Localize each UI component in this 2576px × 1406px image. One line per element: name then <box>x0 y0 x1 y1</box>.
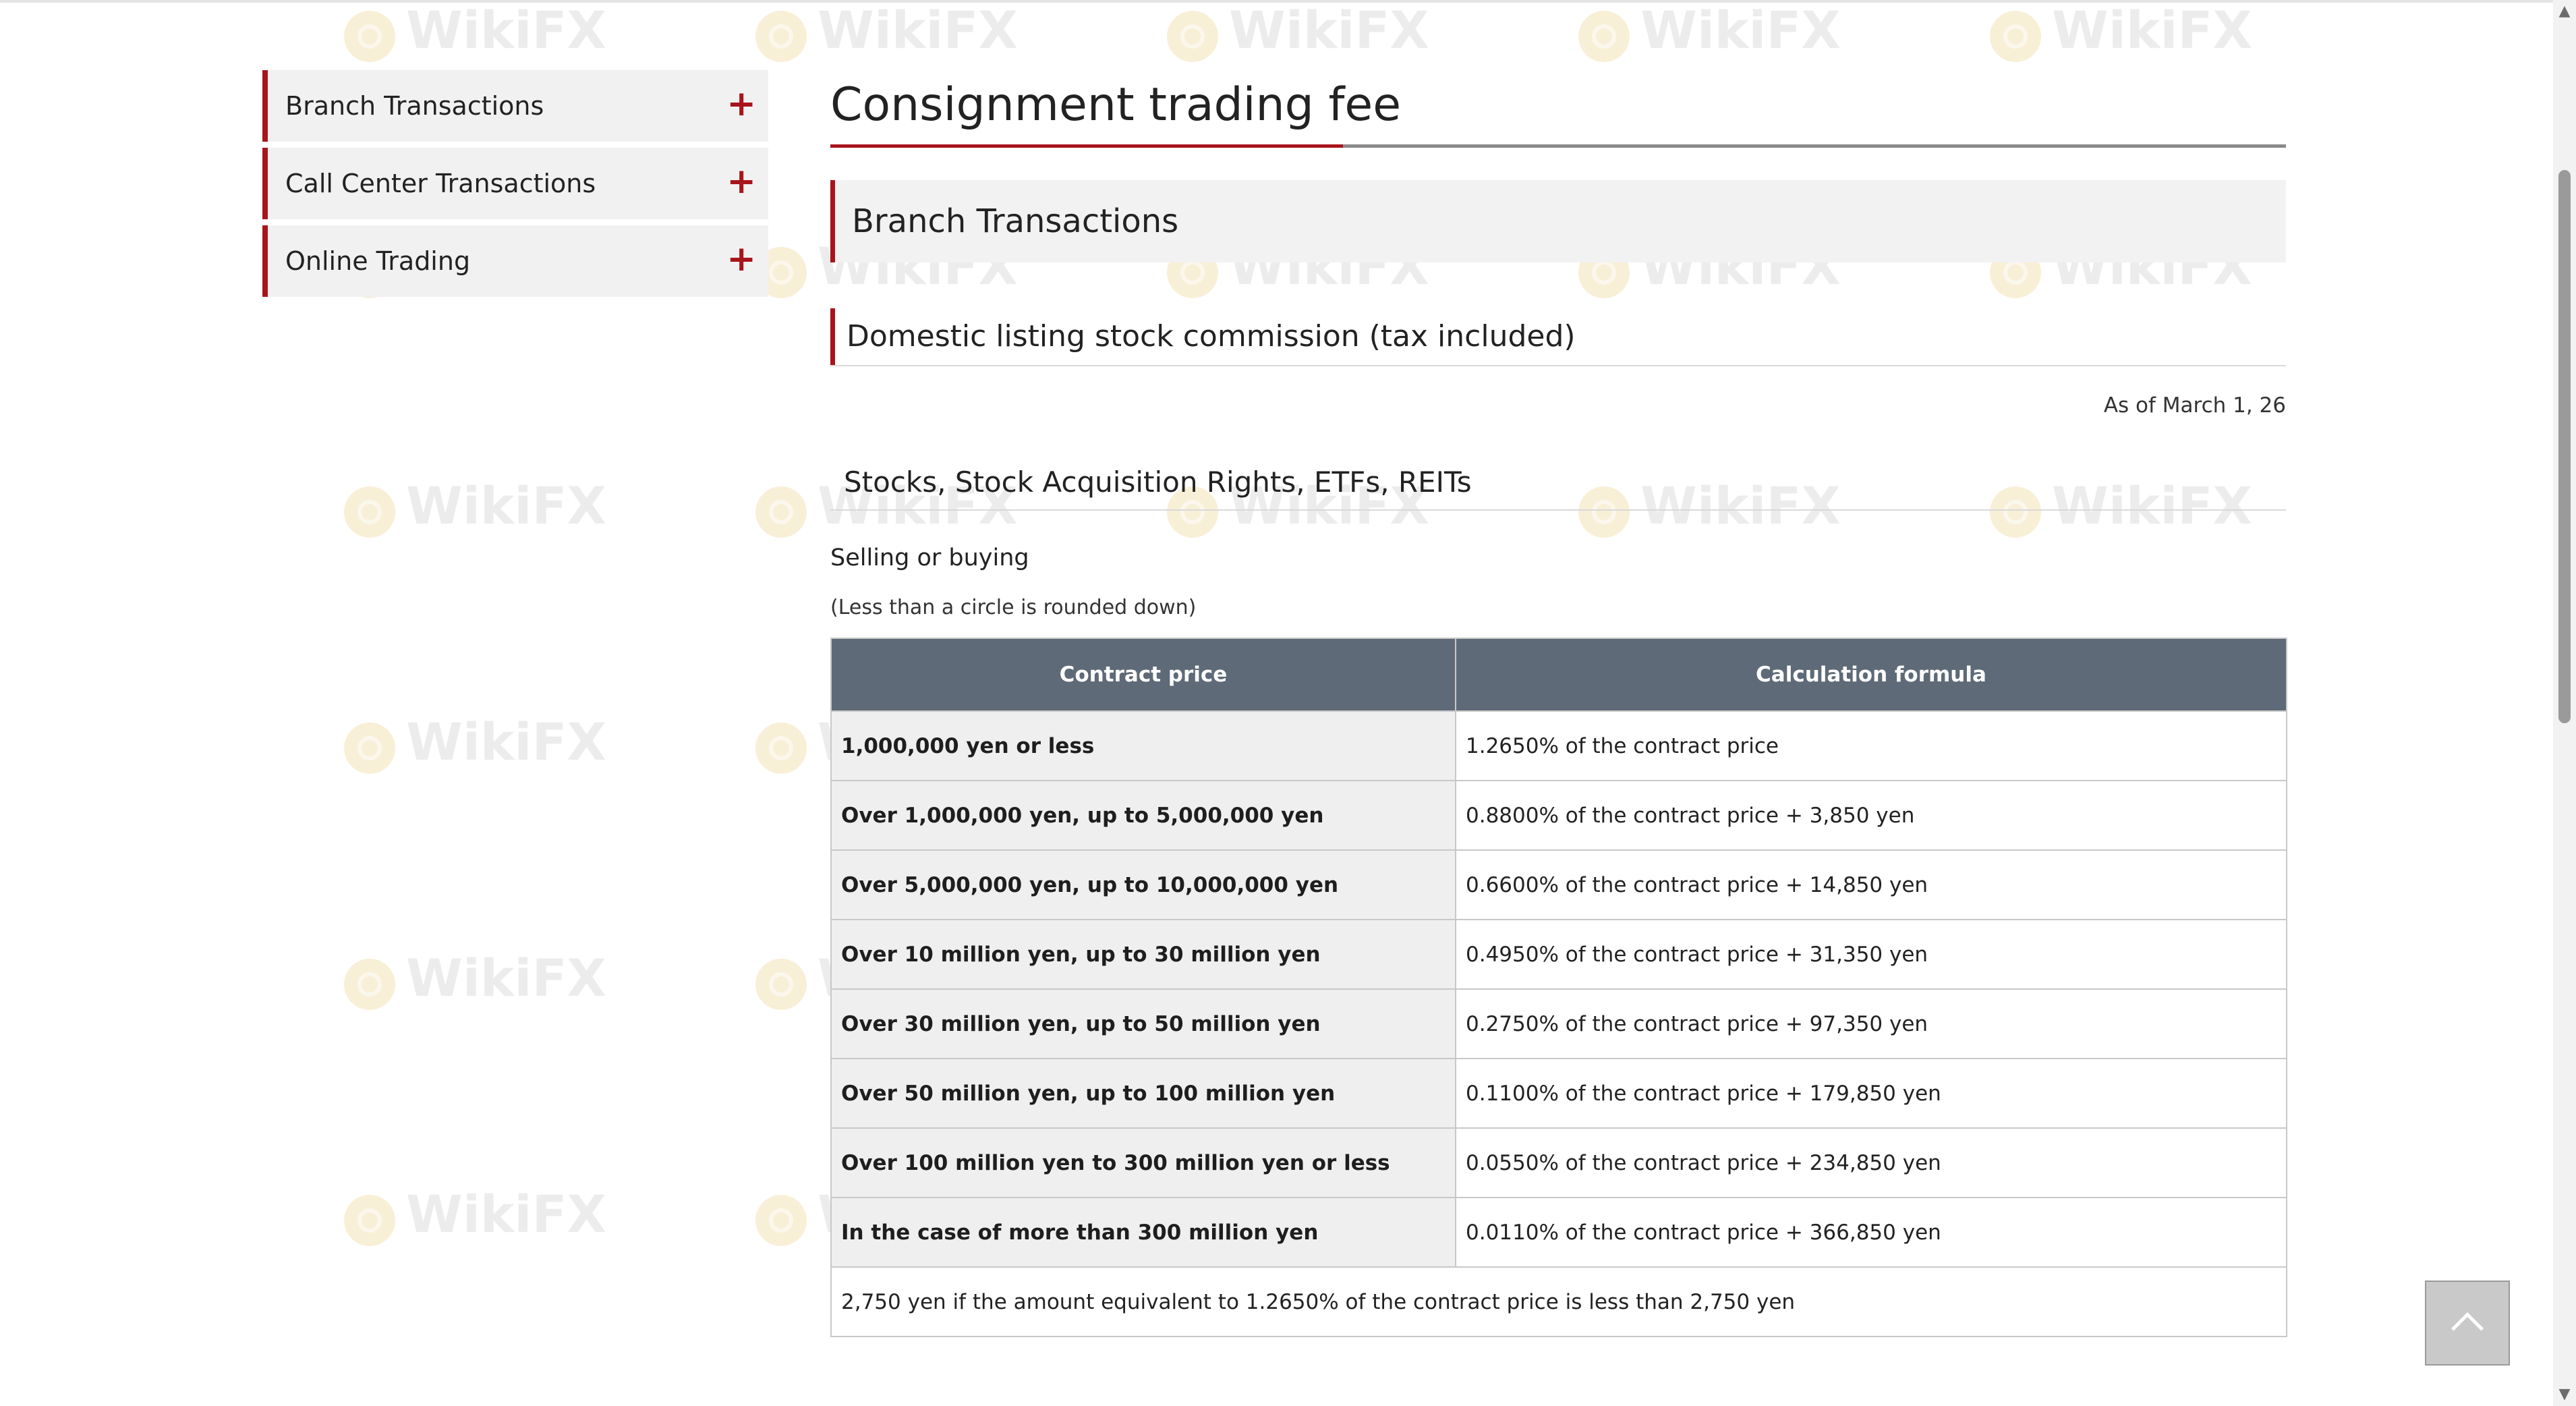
table-row: Over 30 million yen, up to 50 million ye… <box>830 988 2287 1059</box>
wikifx-logo-icon <box>344 11 395 62</box>
calculation-formula-cell: 0.2750% of the contract price + 97,350 y… <box>1455 988 2287 1059</box>
watermark-text: WikiFX <box>406 0 606 60</box>
page-title-block: Consignment trading fee <box>830 67 2286 148</box>
plus-icon[interactable]: + <box>726 148 756 215</box>
sidebar-item-call-center-transactions[interactable]: Call Center Transactions + <box>262 148 768 219</box>
calculation-formula-cell: 0.4950% of the contract price + 31,350 y… <box>1455 919 2287 990</box>
sidebar-item-label: Branch Transactions <box>285 91 544 121</box>
contract-price-cell: Over 5,000,000 yen, up to 10,000,000 yen <box>830 849 1456 920</box>
contract-price-cell: 1,000,000 yen or less <box>830 710 1456 781</box>
vertical-scrollbar[interactable]: ▲ ▼ <box>2553 0 2576 1406</box>
watermark: WikiFX <box>1990 0 2252 62</box>
watermark-text: WikiFX <box>406 476 606 536</box>
wikifx-logo-icon <box>755 11 807 62</box>
wikifx-logo-icon <box>1167 11 1218 62</box>
watermark: WikiFX <box>344 948 606 1010</box>
sidebar-nav: Branch Transactions + Call Center Transa… <box>262 70 768 303</box>
table-row: Over 100 million yen to 300 million yen … <box>830 1127 2287 1198</box>
calculation-formula-cell: 0.6600% of the contract price + 14,850 y… <box>1455 849 2287 920</box>
plus-icon[interactable]: + <box>726 225 756 293</box>
as-of-date: As of March 1, 26 <box>2103 393 2286 418</box>
calculation-formula-cell: 0.1100% of the contract price + 179,850 … <box>1455 1058 2287 1129</box>
watermark: WikiFX <box>344 712 606 774</box>
main-content: Consignment trading fee Branch Transacti… <box>830 67 2287 1337</box>
table-row: Over 10 million yen, up to 30 million ye… <box>830 919 2287 990</box>
table-row: 1,000,000 yen or less 1.2650% of the con… <box>830 710 2287 781</box>
watermark: WikiFX <box>344 476 606 538</box>
calculation-formula-cell: 0.0550% of the contract price + 234,850 … <box>1455 1127 2287 1198</box>
commission-table: Contract price Calculation formula 1,000… <box>830 638 2287 1337</box>
table-row: In the case of more than 300 million yen… <box>830 1197 2287 1268</box>
contract-price-cell: Over 50 million yen, up to 100 million y… <box>830 1058 1456 1129</box>
table-header-row: Contract price Calculation formula <box>830 638 2287 712</box>
subsection-heading: Domestic listing stock commission (tax i… <box>847 319 1576 354</box>
chevron-up-icon <box>2451 1312 2484 1345</box>
sidebar-item-label: Online Trading <box>285 246 471 276</box>
wikifx-logo-icon <box>344 723 395 774</box>
watermark: WikiFX <box>1578 0 1841 62</box>
wikifx-logo-icon <box>755 723 807 774</box>
watermark: WikiFX <box>344 0 606 62</box>
wikifx-logo-icon <box>755 1195 807 1246</box>
contract-price-cell: In the case of more than 300 million yen <box>830 1197 1456 1268</box>
scroll-down-arrow-icon[interactable]: ▼ <box>2553 1384 2576 1405</box>
sidebar-item-label: Call Center Transactions <box>285 169 596 198</box>
plus-icon[interactable]: + <box>726 70 756 138</box>
category-heading-block: Stocks, Stock Acquisition Rights, ETFs, … <box>830 463 2286 511</box>
heading-accent-bar <box>830 308 835 365</box>
column-header-calculation-formula: Calculation formula <box>1455 638 2287 712</box>
contract-price-cell: Over 1,000,000 yen, up to 5,000,000 yen <box>830 780 1456 851</box>
watermark-text: WikiFX <box>1229 0 1429 60</box>
contract-price-cell: Over 10 million yen, up to 30 million ye… <box>830 919 1456 990</box>
page-title: Consignment trading fee <box>830 78 1402 132</box>
wikifx-logo-icon <box>344 959 395 1010</box>
calculation-formula-cell: 1.2650% of the contract price <box>1455 710 2287 781</box>
watermark: WikiFX <box>1167 0 1429 62</box>
contract-price-cell: Over 100 million yen to 300 million yen … <box>830 1127 1456 1198</box>
scrollbar-thumb[interactable] <box>2558 170 2571 723</box>
wikifx-logo-icon <box>344 486 395 538</box>
trade-type-label: Selling or buying <box>830 544 1029 571</box>
section-heading: Branch Transactions <box>852 202 1179 240</box>
section-heading-block: Branch Transactions <box>830 180 2286 262</box>
table-footer-row: 2,750 yen if the amount equivalent to 1.… <box>830 1266 2287 1337</box>
wikifx-logo-icon <box>1990 11 2041 62</box>
calculation-formula-cell: 0.0110% of the contract price + 366,850 … <box>1455 1197 2287 1268</box>
page: WikiFX WikiFX WikiFX WikiFX WikiFX WikiFX Wiki… <box>0 0 2576 1406</box>
top-border <box>0 0 2556 3</box>
sidebar-item-branch-transactions[interactable]: Branch Transactions + <box>262 70 768 142</box>
scroll-up-arrow-icon[interactable]: ▲ <box>2553 1 2576 22</box>
watermark-text: WikiFX <box>406 1184 606 1244</box>
subsection-heading-block: Domestic listing stock commission (tax i… <box>830 308 2286 366</box>
calculation-formula-cell: 0.8800% of the contract price + 3,850 ye… <box>1455 780 2287 851</box>
minimum-fee-note: 2,750 yen if the amount equivalent to 1.… <box>830 1266 2287 1337</box>
sidebar-item-online-trading[interactable]: Online Trading + <box>262 225 768 297</box>
watermark: WikiFX <box>344 1184 606 1246</box>
column-header-contract-price: Contract price <box>830 638 1456 712</box>
watermark: WikiFX <box>755 0 1018 62</box>
wikifx-logo-icon <box>755 486 807 538</box>
wikifx-logo-icon <box>1578 11 1630 62</box>
table-row: Over 1,000,000 yen, up to 5,000,000 yen … <box>830 780 2287 851</box>
wikifx-logo-icon <box>755 959 807 1010</box>
watermark-text: WikiFX <box>2052 0 2252 60</box>
category-heading: Stocks, Stock Acquisition Rights, ETFs, … <box>844 466 1472 499</box>
wikifx-logo-icon <box>344 1195 395 1246</box>
watermark-text: WikiFX <box>406 948 606 1008</box>
back-to-top-button[interactable] <box>2425 1281 2510 1366</box>
watermark-text: WikiFX <box>406 712 606 772</box>
table-row: Over 5,000,000 yen, up to 10,000,000 yen… <box>830 849 2287 920</box>
watermark-text: WikiFX <box>1640 0 1841 60</box>
table-row: Over 50 million yen, up to 100 million y… <box>830 1058 2287 1129</box>
title-accent-underline <box>830 144 1343 148</box>
watermark-text: WikiFX <box>818 0 1018 60</box>
contract-price-cell: Over 30 million yen, up to 50 million ye… <box>830 988 1456 1059</box>
rounding-note: (Less than a circle is rounded down) <box>830 596 1197 619</box>
